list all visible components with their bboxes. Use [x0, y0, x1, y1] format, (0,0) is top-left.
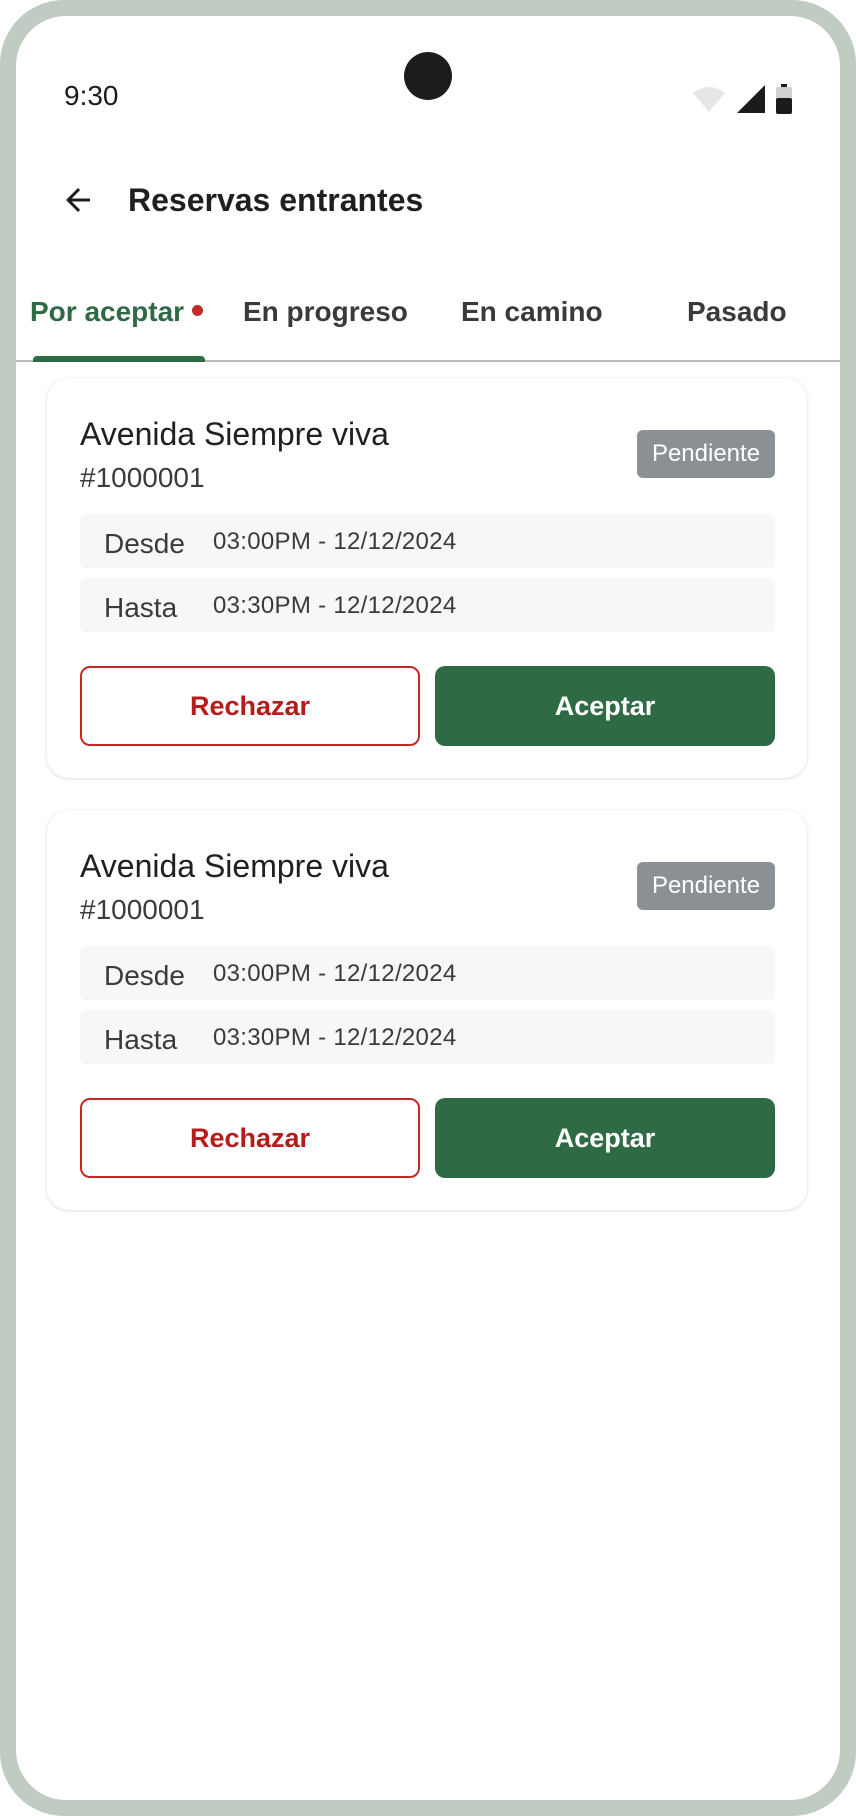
from-row: Desde 03:00PM - 12/12/2024	[80, 514, 775, 568]
booking-card: Avenida Siempre viva #1000001 Pendiente …	[47, 810, 807, 1210]
tab-label: Pasado	[687, 296, 787, 327]
wifi-icon	[693, 87, 725, 112]
status-badge: Pendiente	[637, 430, 775, 478]
to-value: 03:30PM - 12/12/2024	[213, 1024, 457, 1051]
from-label: Desde	[104, 528, 185, 559]
tab-pasado[interactable]: Pasado	[687, 296, 787, 362]
tab-label: En camino	[461, 296, 603, 327]
to-row: Hasta 03:30PM - 12/12/2024	[80, 578, 775, 632]
accept-button[interactable]: Aceptar	[435, 1098, 775, 1178]
booking-address: Avenida Siempre viva	[80, 848, 389, 884]
booking-id: #1000001	[80, 462, 205, 493]
status-bar: 9:30	[16, 16, 840, 126]
accept-button[interactable]: Aceptar	[435, 666, 775, 746]
screen: 9:30 Reservas entrantes Por aceptar En p…	[16, 16, 840, 1800]
booking-card: Avenida Siempre viva #1000001 Pendiente …	[47, 378, 807, 778]
notification-dot	[192, 305, 204, 317]
booking-id: #1000001	[80, 894, 205, 925]
arrow-back-icon	[66, 188, 90, 212]
page-title: Reservas entrantes	[128, 182, 424, 218]
status-icons	[692, 84, 792, 114]
battery-icon	[776, 84, 792, 114]
app-bar: Reservas entrantes	[16, 166, 840, 234]
booking-address: Avenida Siempre viva	[80, 416, 389, 452]
tab-en-camino[interactable]: En camino	[461, 296, 603, 362]
camera-cutout	[404, 52, 452, 100]
to-label: Hasta	[104, 592, 178, 623]
status-time: 9:30	[64, 80, 119, 111]
to-label: Hasta	[104, 1024, 178, 1055]
to-row: Hasta 03:30PM - 12/12/2024	[80, 1010, 775, 1064]
from-value: 03:00PM - 12/12/2024	[213, 528, 457, 555]
from-label: Desde	[104, 960, 185, 991]
tab-label: Por aceptar	[30, 296, 185, 327]
to-value: 03:30PM - 12/12/2024	[213, 592, 457, 619]
back-button[interactable]	[52, 174, 104, 226]
signal-icon	[737, 85, 765, 113]
status-badge: Pendiente	[637, 862, 775, 910]
from-row: Desde 03:00PM - 12/12/2024	[80, 946, 775, 1000]
from-value: 03:00PM - 12/12/2024	[213, 960, 457, 987]
reject-button[interactable]: Rechazar	[80, 666, 420, 746]
tab-label: En progreso	[243, 296, 408, 327]
reject-button[interactable]: Rechazar	[80, 1098, 420, 1178]
tab-bar: Por aceptar En progreso En camino Pasado	[16, 278, 840, 362]
tab-indicator	[33, 356, 205, 362]
tab-por-aceptar[interactable]: Por aceptar	[30, 296, 204, 362]
tab-en-progreso[interactable]: En progreso	[243, 296, 408, 362]
